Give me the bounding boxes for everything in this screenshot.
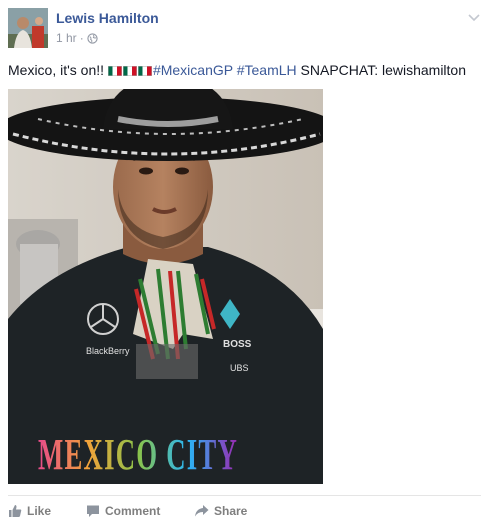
post-text-prefix: Mexico, it's on!!	[8, 62, 108, 78]
like-label: Like	[27, 504, 52, 518]
shirt-sponsor-boss: BOSS	[223, 339, 252, 350]
author-name[interactable]: Lewis Hamilton	[56, 10, 159, 26]
shirt-sponsor-ubs: UBS	[230, 363, 249, 373]
photo-image: BlackBerry BOSS UBS MEXICO CITY	[8, 89, 323, 484]
meta-separator: ·	[79, 31, 84, 45]
mexico-flag-icon	[137, 66, 152, 76]
post-text: Mexico, it's on!! #MexicanGP #TeamLH SNA…	[8, 62, 466, 78]
post-time[interactable]: 1 hr	[56, 31, 77, 45]
comment-label: Comment	[105, 504, 161, 518]
globe-icon[interactable]	[87, 32, 98, 44]
post-photo[interactable]: BlackBerry BOSS UBS MEXICO CITY	[8, 89, 323, 484]
mexico-flag-icon	[122, 66, 137, 76]
thumbs-up-icon	[9, 505, 22, 517]
share-icon	[195, 505, 209, 517]
post-meta: 1 hr ·	[56, 31, 98, 45]
avatar[interactable]	[8, 8, 48, 48]
chevron-down-icon[interactable]	[467, 10, 481, 24]
like-button[interactable]: Like	[8, 504, 51, 518]
facebook-post: Lewis Hamilton 1 hr · Mexico, it's on!! …	[0, 0, 489, 522]
share-button[interactable]: Share	[194, 504, 247, 518]
hashtag-teamlh[interactable]: #TeamLH	[237, 62, 297, 78]
comment-button[interactable]: Comment	[86, 504, 160, 518]
post-text-suffix: SNAPCHAT: lewishamilton	[296, 62, 467, 78]
avatar-image	[8, 8, 48, 48]
hashtag-mexicangp[interactable]: #MexicanGP	[153, 62, 233, 78]
post-actions-bar: Like Comment Share	[8, 495, 481, 522]
share-label: Share	[214, 504, 248, 518]
shirt-sponsor-blackberry: BlackBerry	[86, 346, 130, 356]
comment-icon	[87, 505, 99, 517]
photo-overlay-text: MEXICO CITY	[38, 430, 238, 479]
mexico-flag-icon	[107, 66, 122, 76]
